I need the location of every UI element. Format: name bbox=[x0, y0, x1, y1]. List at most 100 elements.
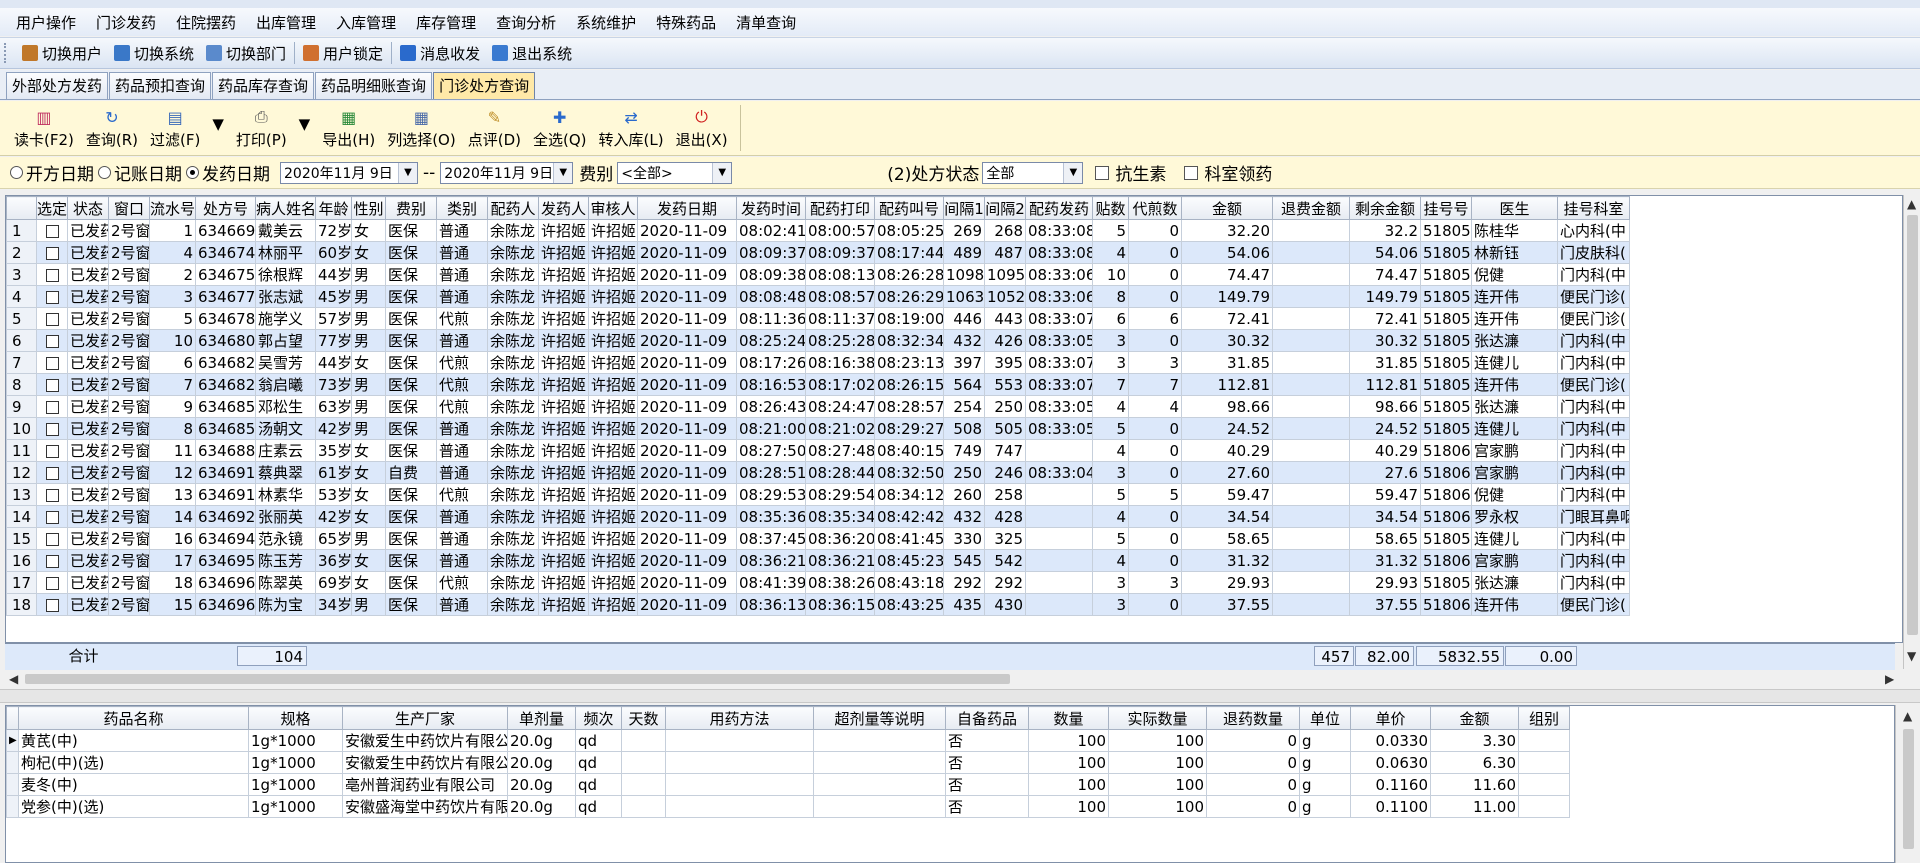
date-from-picker[interactable]: 2020年11月 9日 ▼ bbox=[280, 161, 418, 184]
checkbox-box[interactable] bbox=[45, 554, 59, 568]
column-header[interactable]: 规格 bbox=[248, 706, 343, 730]
toolbar-button-2[interactable]: 切换系统 bbox=[108, 43, 200, 64]
table-row[interactable]: 13已发药2号窗136346916林素华53岁女医保代煎余陈龙许招姬许招姬202… bbox=[6, 483, 1630, 506]
row-indicator[interactable] bbox=[6, 795, 19, 818]
column-header[interactable]: 审核人 bbox=[588, 196, 638, 220]
column-header[interactable] bbox=[6, 196, 37, 220]
detail-vertical-scrollbar[interactable]: ▲ bbox=[1895, 705, 1920, 863]
table-row[interactable]: 14已发药2号窗146346921张丽英42岁女医保普通余陈龙许招姬许招姬202… bbox=[6, 505, 1630, 528]
column-header[interactable]: 年龄 bbox=[315, 196, 352, 220]
date-to-picker[interactable]: 2020年11月 9日 ▼ bbox=[440, 161, 574, 184]
menu-item[interactable]: 门诊发药 bbox=[86, 12, 166, 33]
scroll-up-icon[interactable]: ▲ bbox=[1907, 197, 1916, 211]
menu-item[interactable]: 系统维护 bbox=[566, 12, 646, 33]
table-row[interactable]: 8已发药2号窗76346827翁启曦73岁男医保代煎余陈龙许招姬许招姬2020-… bbox=[6, 373, 1630, 396]
checkbox-box[interactable] bbox=[45, 598, 59, 612]
tab-1[interactable]: 外部处方发药 bbox=[6, 72, 109, 99]
scroll-down-icon[interactable]: ▼ bbox=[1907, 649, 1916, 663]
table-row[interactable]: ▶ 黄芪(中) 1g*1000 安徽爱生中药饮片有限公司 20.0g qd 否 100 100 0… bbox=[6, 729, 1570, 752]
column-header[interactable]: 挂号科室 bbox=[1557, 196, 1630, 220]
menu-item[interactable]: 用户操作 bbox=[6, 12, 86, 33]
select-checkbox-cell[interactable] bbox=[36, 593, 68, 616]
table-row[interactable]: 9已发药2号窗96346854邓松生63岁男医保代煎余陈龙许招姬许招姬2020-… bbox=[6, 395, 1630, 418]
table-row[interactable]: 3已发药2号窗26346755徐根辉44岁男医保普通余陈龙许招姬许招姬2020-… bbox=[6, 263, 1630, 286]
column-header[interactable]: 生产厂家 bbox=[342, 706, 508, 730]
checkbox-box[interactable] bbox=[45, 400, 59, 414]
table-row[interactable]: 12已发药2号窗126346911蔡典翠61岁女自费普通余陈龙许招姬许招姬202… bbox=[6, 461, 1630, 484]
checkbox-box[interactable] bbox=[45, 488, 59, 502]
select-checkbox-cell[interactable] bbox=[36, 461, 68, 484]
checkbox-box[interactable] bbox=[45, 444, 59, 458]
checkbox-box[interactable] bbox=[45, 246, 59, 260]
select-checkbox-cell[interactable] bbox=[36, 285, 68, 308]
checkbox-box[interactable] bbox=[45, 378, 59, 392]
select-checkbox-cell[interactable] bbox=[36, 571, 68, 594]
menu-item[interactable]: 出库管理 bbox=[246, 12, 326, 33]
main-vertical-scrollbar[interactable]: ▲ ▼ bbox=[1903, 195, 1920, 669]
splitter[interactable] bbox=[0, 689, 1920, 703]
table-row[interactable]: 16已发药2号窗176346956陈玉芳36岁女医保普通余陈龙许招姬许招姬202… bbox=[6, 549, 1630, 572]
column-header[interactable]: 单剂量 bbox=[507, 706, 576, 730]
checkbox-box[interactable] bbox=[45, 466, 59, 480]
column-header[interactable]: 发药日期 bbox=[637, 196, 737, 220]
table-row[interactable]: 枸杞(中)(选) 1g*1000 安徽爱生中药饮片有限公司 20.0g qd 否 100 10… bbox=[6, 751, 1570, 774]
radio-billing-date[interactable]: 记账日期 bbox=[98, 160, 182, 185]
select-checkbox-cell[interactable] bbox=[36, 373, 68, 396]
column-header[interactable] bbox=[6, 706, 19, 730]
toolbar-grip[interactable] bbox=[4, 43, 10, 63]
scroll-right-icon[interactable]: ▶ bbox=[1885, 672, 1894, 686]
column-header[interactable]: 用药方法 bbox=[665, 706, 814, 730]
table-row[interactable]: 18已发药2号窗156346967陈为宝34岁男医保普通余陈龙许招姬许招姬202… bbox=[6, 593, 1630, 616]
select-checkbox-cell[interactable] bbox=[36, 527, 68, 550]
toolbar-button-3[interactable]: 切换部门 bbox=[200, 43, 292, 64]
column-header[interactable]: 病人姓名 bbox=[255, 196, 316, 220]
column-header[interactable]: 自备药品 bbox=[945, 706, 1029, 730]
checkbox-box[interactable] bbox=[45, 312, 59, 326]
toolbar-button-1[interactable]: 切换用户 bbox=[16, 43, 108, 64]
action-button-9[interactable]: ⇄ 转入库(L) bbox=[593, 101, 670, 150]
tab-3[interactable]: 药品库存查询 bbox=[212, 72, 315, 99]
column-header[interactable]: 处方号 bbox=[195, 196, 256, 220]
column-header[interactable]: 药品名称 bbox=[18, 706, 249, 730]
fee-type-select[interactable]: <全部> ▼ bbox=[617, 161, 733, 184]
column-header[interactable]: 组别 bbox=[1518, 706, 1570, 730]
checkbox-box[interactable] bbox=[45, 532, 59, 546]
column-header[interactable]: 配药人 bbox=[487, 196, 539, 220]
menu-item[interactable]: 清单查询 bbox=[726, 12, 806, 33]
select-checkbox-cell[interactable] bbox=[36, 307, 68, 330]
column-header[interactable]: 发药人 bbox=[538, 196, 589, 220]
select-checkbox-cell[interactable] bbox=[36, 263, 68, 286]
column-header[interactable]: 间隔1 bbox=[943, 196, 985, 220]
checkbox-box[interactable] bbox=[45, 334, 59, 348]
menu-item[interactable]: 库存管理 bbox=[406, 12, 486, 33]
column-header[interactable]: 实际数量 bbox=[1108, 706, 1207, 730]
column-header[interactable]: 频次 bbox=[575, 706, 622, 730]
tab-5[interactable]: 门诊处方查询 bbox=[433, 72, 536, 99]
antibiotic-checkbox[interactable]: 抗生素 bbox=[1095, 160, 1166, 185]
column-header[interactable]: 配药打印 bbox=[805, 196, 875, 220]
action-button-7[interactable]: ✎ 点评(D) bbox=[462, 101, 527, 150]
table-row[interactable]: 15已发药2号窗166346944范永镜65岁男医保普通余陈龙许招姬许招姬202… bbox=[6, 527, 1630, 550]
tab-4[interactable]: 药品明细账查询 bbox=[315, 72, 433, 99]
table-row[interactable]: 5已发药2号窗56346789施学义57岁男医保代煎余陈龙许招姬许招姬2020-… bbox=[6, 307, 1630, 330]
column-header[interactable]: 费别 bbox=[385, 196, 437, 220]
column-header[interactable]: 天数 bbox=[621, 706, 666, 730]
action-button-1[interactable]: ▥ 读卡(F2) bbox=[8, 101, 80, 150]
column-header[interactable]: 间隔2 bbox=[984, 196, 1026, 220]
scroll-thumb[interactable] bbox=[1907, 215, 1918, 635]
column-header[interactable]: 单位 bbox=[1299, 706, 1351, 730]
chevron-down-icon[interactable]: ▼ bbox=[712, 162, 732, 183]
column-header[interactable]: 单价 bbox=[1350, 706, 1431, 730]
column-header[interactable]: 性别 bbox=[351, 196, 386, 220]
table-row[interactable]: 10已发药2号窗86346857汤朝文42岁男医保普通余陈龙许招姬许招姬2020… bbox=[6, 417, 1630, 440]
action-button-8[interactable]: ✚ 全选(Q) bbox=[527, 101, 593, 150]
column-header[interactable]: 类别 bbox=[436, 196, 488, 220]
column-header[interactable]: 选定 bbox=[36, 196, 68, 220]
select-checkbox-cell[interactable] bbox=[36, 329, 68, 352]
column-header[interactable]: 配药叫号 bbox=[874, 196, 944, 220]
column-header[interactable]: 医生 bbox=[1471, 196, 1558, 220]
scroll-up-icon[interactable]: ▲ bbox=[1903, 709, 1912, 723]
column-header[interactable]: 超剂量等说明 bbox=[813, 706, 946, 730]
radio-dispense-date[interactable]: 发药日期 bbox=[186, 160, 270, 185]
main-horizontal-scrollbar[interactable]: ◀ ▶ bbox=[5, 670, 1903, 687]
